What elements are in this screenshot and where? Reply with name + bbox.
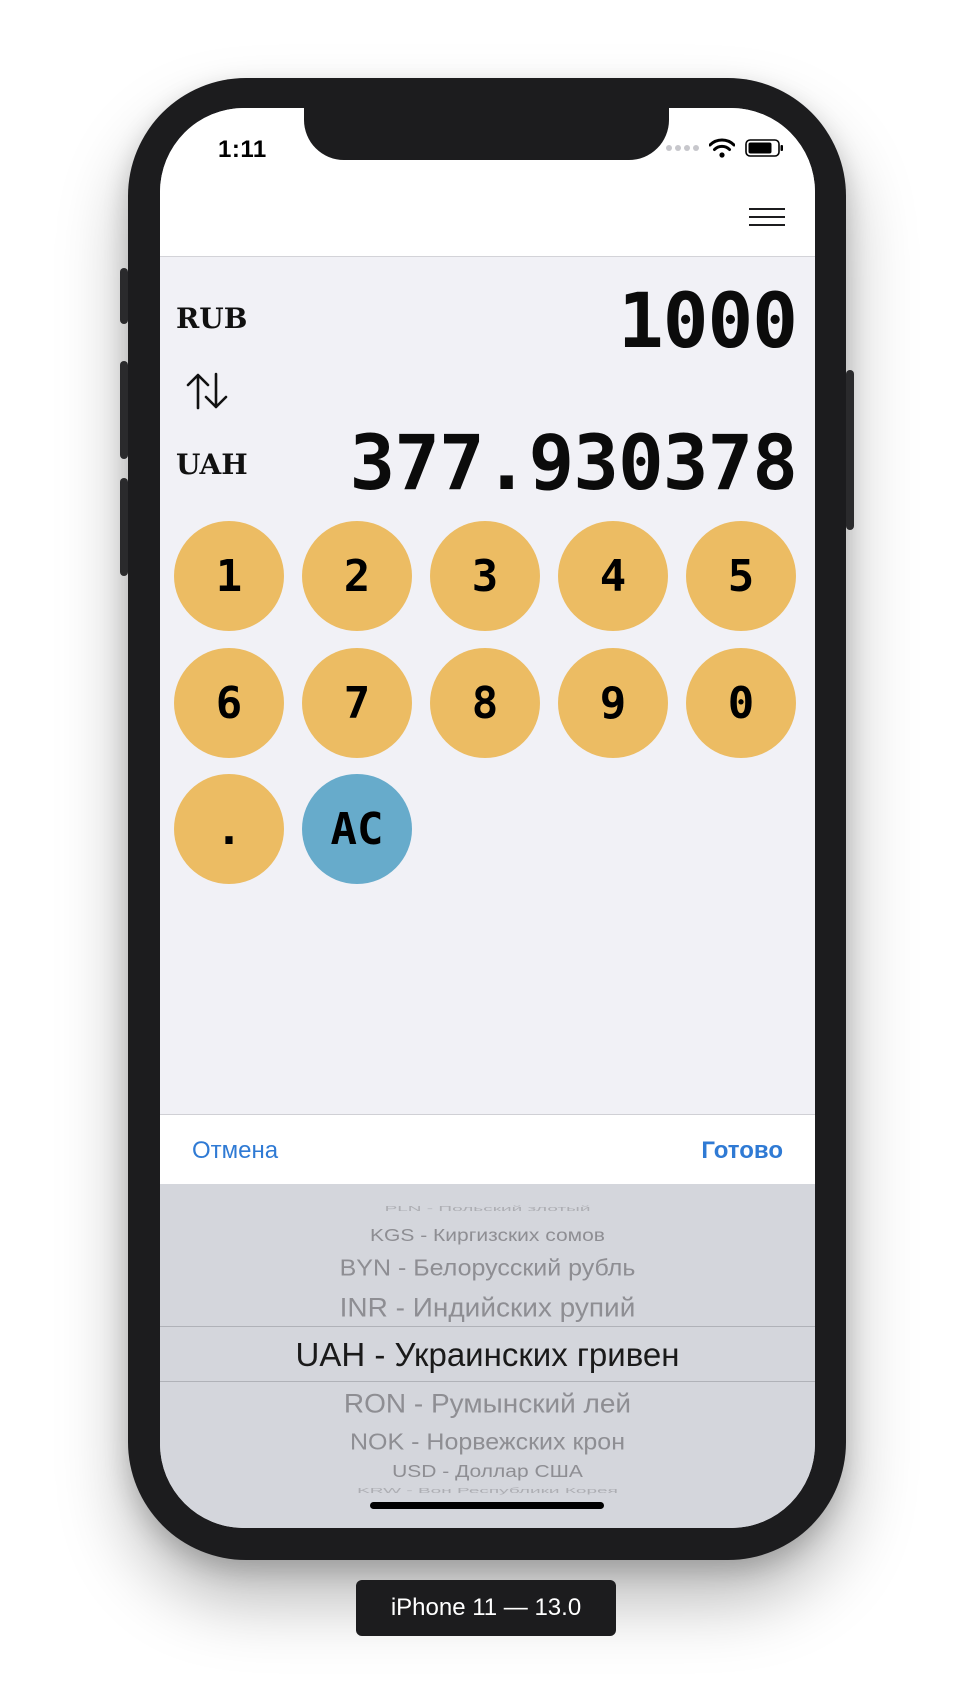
home-indicator <box>370 1502 604 1509</box>
currency-picker[interactable]: PLN - Польский злотый KGS - Киргизских с… <box>160 1184 815 1528</box>
picker-row[interactable]: USD - Доллар США <box>160 1462 815 1482</box>
mute-switch <box>120 268 128 324</box>
key-6[interactable]: 6 <box>174 648 284 758</box>
volume-down-button <box>120 478 128 576</box>
wifi-icon <box>709 138 735 158</box>
notch <box>304 108 669 160</box>
picker-row[interactable]: BYN - Белорусский рубль <box>160 1255 815 1282</box>
swap-arrows-icon[interactable] <box>184 370 230 412</box>
volume-up-button <box>120 361 128 459</box>
key-2[interactable]: 2 <box>302 521 412 631</box>
key-9[interactable]: 9 <box>558 648 668 758</box>
picker-row[interactable]: RON - Румынский лей <box>160 1388 815 1419</box>
picker-row[interactable]: NOK - Норвежских крон <box>160 1429 815 1456</box>
power-button <box>846 370 854 530</box>
key-5[interactable]: 5 <box>686 521 796 631</box>
battery-icon <box>745 139 783 157</box>
key-decimal-point[interactable]: . <box>174 774 284 884</box>
key-clear-ac[interactable]: AC <box>302 774 412 884</box>
from-currency-code[interactable]: RUB <box>176 302 247 335</box>
picker-toolbar: Отмена Готово <box>160 1114 815 1185</box>
key-7[interactable]: 7 <box>302 648 412 758</box>
app-screen: 1:11 RUB 1000 UAH 377.930378 1 2 3 4 5 6… <box>160 108 815 1528</box>
key-0[interactable]: 0 <box>686 648 796 758</box>
device-label: iPhone 11 — 13.0 <box>356 1580 616 1636</box>
signal-icon <box>666 145 699 151</box>
picker-row[interactable]: PLN - Польский злотый <box>160 1205 815 1214</box>
key-8[interactable]: 8 <box>430 648 540 758</box>
hamburger-menu-icon[interactable] <box>749 208 785 230</box>
picker-row-selected[interactable]: UAH - Украинских гривен <box>160 1336 815 1374</box>
to-amount: 377.930378 <box>349 418 798 507</box>
picker-row[interactable]: KGS - Киргизских сомов <box>160 1226 815 1246</box>
cancel-button[interactable]: Отмена <box>192 1137 278 1165</box>
picker-row[interactable]: KRW - Вон Республики Корея <box>160 1487 815 1496</box>
status-time: 1:11 <box>218 136 267 163</box>
picker-row[interactable]: INR - Индийских рупий <box>160 1292 815 1323</box>
to-currency-code[interactable]: UAH <box>176 448 248 481</box>
status-icons <box>666 138 785 158</box>
key-3[interactable]: 3 <box>430 521 540 631</box>
done-button[interactable]: Готово <box>701 1137 783 1165</box>
key-1[interactable]: 1 <box>174 521 284 631</box>
navigation-bar <box>160 188 815 257</box>
key-4[interactable]: 4 <box>558 521 668 631</box>
from-amount: 1000 <box>617 276 798 365</box>
